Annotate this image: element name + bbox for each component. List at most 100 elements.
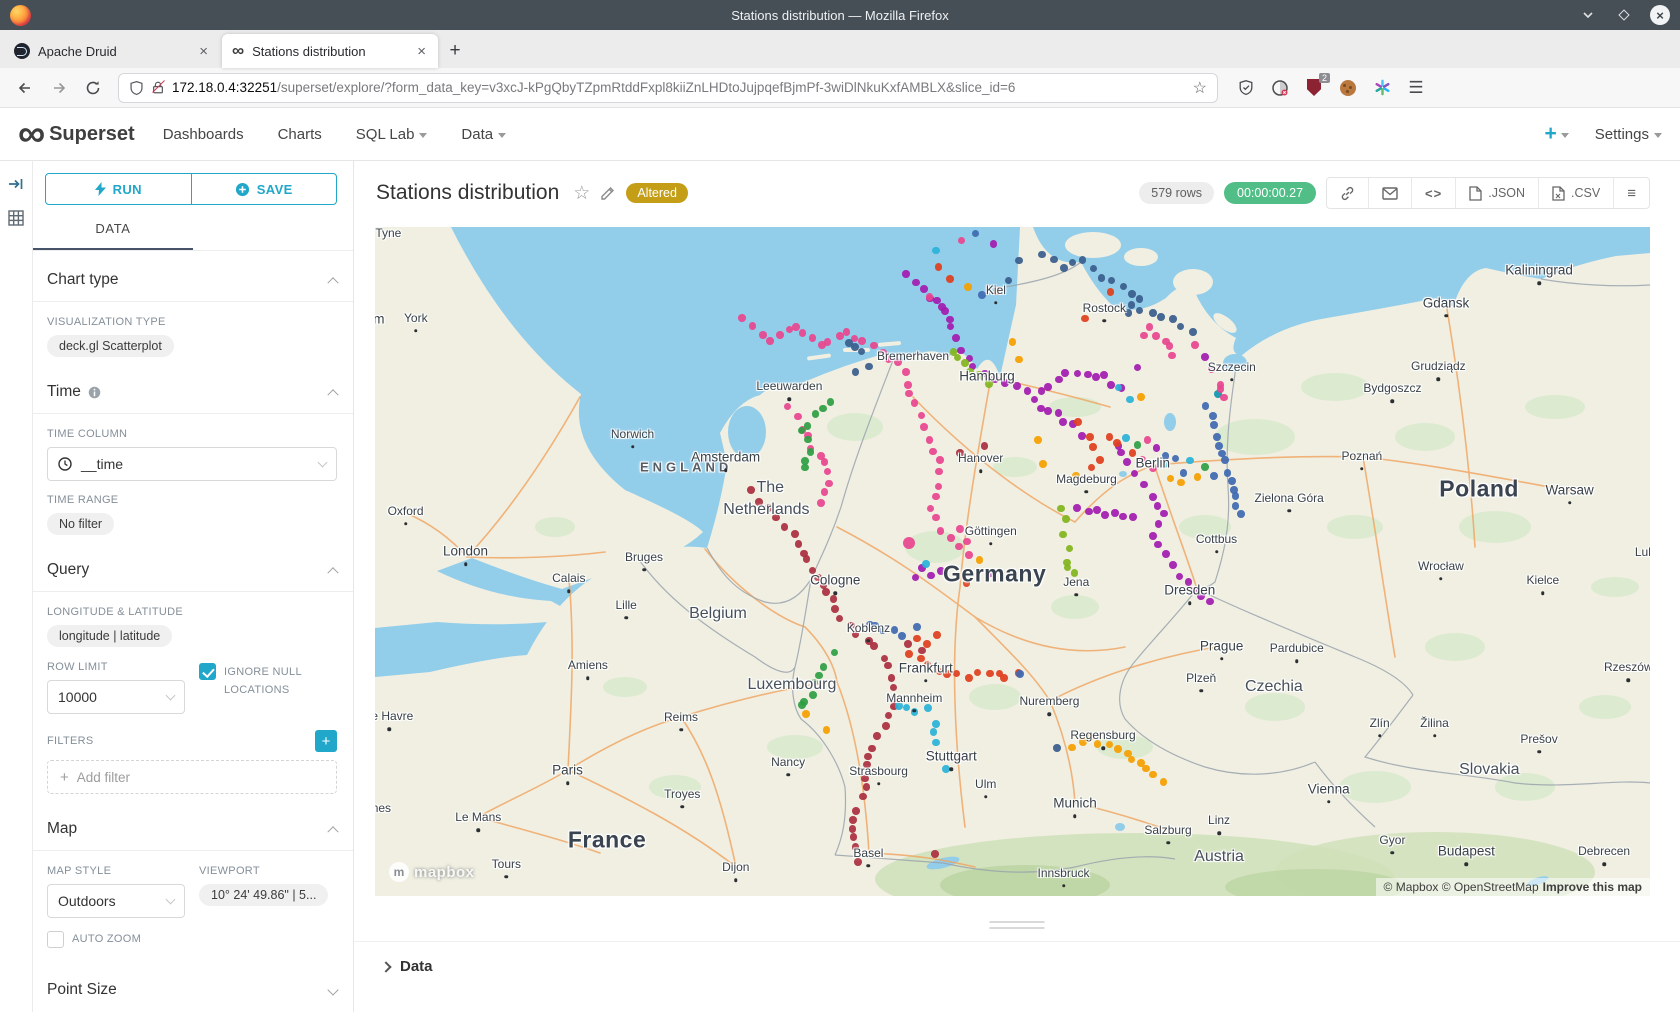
station-point[interactable] (929, 448, 937, 456)
station-point[interactable] (1125, 309, 1133, 317)
station-point[interactable] (809, 334, 817, 342)
station-point[interactable] (1209, 412, 1217, 420)
nav-item-data[interactable]: Data (461, 126, 506, 143)
station-point[interactable] (1228, 477, 1236, 485)
attribution-mapbox-link[interactable]: © Mapbox (1384, 880, 1439, 894)
add-filter-box[interactable]: + Add filter (47, 760, 337, 794)
station-point[interactable] (1074, 418, 1082, 426)
station-point[interactable] (965, 551, 973, 559)
station-point[interactable] (978, 291, 986, 299)
station-point[interactable] (1122, 434, 1130, 442)
favorite-star-icon[interactable]: ☆ (573, 182, 590, 205)
station-point[interactable] (791, 530, 799, 538)
export-json-button[interactable]: .JSON (1455, 178, 1538, 208)
station-point[interactable] (1073, 504, 1081, 512)
station-point[interactable] (1009, 338, 1017, 346)
mapbox-logo[interactable]: m mapbox (389, 862, 475, 882)
station-point[interactable] (803, 555, 811, 563)
station-point[interactable] (747, 486, 755, 494)
station-point[interactable] (1157, 313, 1165, 321)
url-bar[interactable]: 172.18.0.4:32251/superset/explore/?form_… (118, 73, 1218, 103)
station-point[interactable] (1210, 421, 1218, 429)
station-point[interactable] (961, 359, 969, 367)
checkbox-checked-icon[interactable] (199, 663, 216, 680)
station-point[interactable] (799, 329, 807, 337)
section-map[interactable]: Map (33, 800, 353, 850)
station-point[interactable] (830, 595, 838, 603)
station-point[interactable] (924, 704, 932, 712)
station-point[interactable] (891, 626, 899, 634)
forward-icon[interactable] (44, 73, 74, 103)
new-chart-plus-button[interactable]: + (1545, 122, 1569, 146)
station-point[interactable] (1000, 674, 1008, 682)
station-point[interactable] (913, 623, 921, 631)
station-point[interactable] (1055, 376, 1063, 384)
station-point[interactable] (1191, 341, 1199, 349)
url-text[interactable]: 172.18.0.4:32251/superset/explore/?form_… (172, 80, 1186, 95)
station-point[interactable] (905, 390, 913, 398)
new-tab-button[interactable]: + (440, 36, 470, 66)
station-point[interactable] (1201, 463, 1209, 471)
station-point[interactable] (850, 833, 858, 841)
station-point[interactable] (1044, 383, 1052, 391)
back-icon[interactable] (10, 73, 40, 103)
viewport-value[interactable]: 10° 24' 49.86" | 5... (199, 884, 328, 906)
data-panel-toggle[interactable]: Data (382, 958, 1680, 975)
extension-ublock-icon[interactable]: 2 (1304, 78, 1324, 98)
station-point[interactable] (941, 307, 949, 315)
station-point[interactable] (1136, 295, 1144, 303)
superset-logo[interactable]: ∞ Superset (18, 119, 135, 149)
section-chart-type[interactable]: Chart type (33, 251, 353, 301)
station-point[interactable] (1119, 513, 1127, 521)
edit-properties-icon[interactable] (600, 185, 616, 201)
station-point[interactable] (902, 270, 910, 278)
station-point[interactable] (935, 468, 943, 476)
station-point[interactable] (1169, 561, 1177, 569)
reload-icon[interactable] (78, 73, 108, 103)
station-point[interactable] (1114, 745, 1122, 753)
nav-item-sql-lab[interactable]: SQL Lab (356, 126, 428, 143)
station-point[interactable] (795, 540, 803, 548)
tab-data[interactable]: DATA (33, 221, 193, 250)
attribution-improve-link[interactable]: Improve this map (1543, 880, 1642, 894)
expand-panel-icon[interactable] (7, 175, 25, 193)
station-point[interactable] (1060, 264, 1068, 272)
station-point[interactable] (1232, 492, 1240, 500)
station-point[interactable] (932, 493, 940, 501)
station-point[interactable] (1202, 402, 1210, 410)
station-point[interactable] (852, 807, 860, 815)
station-point[interactable] (1213, 433, 1221, 441)
station-point[interactable] (822, 588, 830, 596)
station-point[interactable] (1016, 670, 1024, 678)
station-point[interactable] (981, 442, 989, 450)
station-point[interactable] (1096, 456, 1104, 464)
run-button[interactable]: RUN (46, 174, 191, 204)
browser-tab[interactable]: ∞Stations distribution× (222, 34, 438, 68)
station-point[interactable] (1237, 510, 1245, 518)
extension-cookie-icon[interactable] (1338, 78, 1358, 98)
time-range-value[interactable]: No filter (47, 513, 114, 535)
tab-close-icon[interactable]: × (415, 43, 428, 60)
station-point[interactable] (947, 534, 955, 542)
station-point[interactable] (1086, 433, 1094, 441)
station-point[interactable] (1149, 493, 1157, 501)
station-point[interactable] (888, 674, 896, 682)
station-point[interactable] (1123, 458, 1131, 466)
station-point[interactable] (1177, 479, 1185, 487)
lock-insecure-icon[interactable] (151, 80, 165, 95)
station-point[interactable] (904, 381, 912, 389)
station-point[interactable] (1160, 510, 1168, 518)
station-point[interactable] (1085, 508, 1093, 516)
station-point[interactable] (1129, 513, 1137, 521)
settings-menu[interactable]: Settings (1595, 126, 1662, 143)
window-maximize-icon[interactable] (1614, 5, 1634, 25)
station-point[interactable] (804, 422, 812, 430)
station-point[interactable] (1169, 315, 1177, 323)
station-point[interactable] (1149, 532, 1157, 540)
viz-type-value[interactable]: deck.gl Scatterplot (47, 335, 174, 357)
station-point[interactable] (781, 523, 789, 531)
station-point[interactable] (1107, 381, 1115, 389)
station-point[interactable] (1194, 473, 1202, 481)
station-point[interactable] (849, 825, 857, 833)
station-point[interactable] (849, 816, 857, 824)
